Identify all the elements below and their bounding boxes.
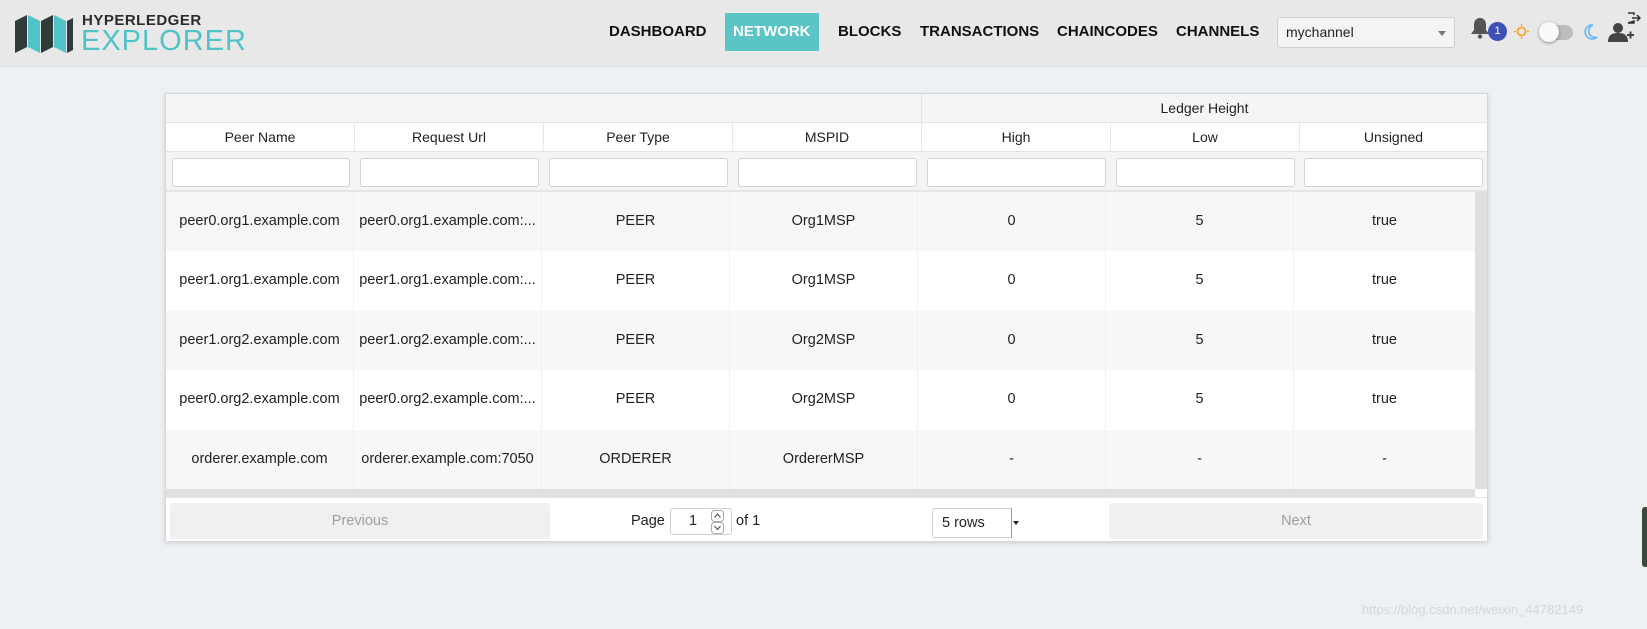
filter-row (166, 152, 1487, 192)
next-button[interactable]: Next (1109, 503, 1483, 539)
cell-peer-name: peer1.org2.example.com (166, 311, 354, 370)
logo-text-bottom: EXPLORER (81, 25, 247, 57)
cell-low: 5 (1106, 192, 1294, 251)
table-row[interactable]: peer0.org2.example.com peer0.org2.exampl… (166, 370, 1475, 429)
nav-transactions[interactable]: TRANSACTIONS (912, 13, 1047, 51)
cell-peer-name: peer0.org1.example.com (166, 192, 354, 251)
column-header-high[interactable]: High (922, 123, 1111, 151)
nav-network[interactable]: NETWORK (725, 13, 819, 51)
cell-peer-type: PEER (542, 311, 730, 370)
group-header-blank (166, 94, 922, 122)
column-header-request-url[interactable]: Request Url (355, 123, 544, 151)
logout-icon[interactable] (1627, 12, 1641, 24)
channel-select-value: mychannel (1286, 24, 1354, 40)
cell-high: - (918, 430, 1106, 489)
cell-low: 5 (1106, 311, 1294, 370)
cell-low: 5 (1106, 251, 1294, 310)
cell-low: 5 (1106, 370, 1294, 429)
cell-mspid: OrdererMSP (730, 430, 918, 489)
horizontal-scrollbar[interactable] (166, 489, 1475, 497)
cell-mspid: Org1MSP (730, 251, 918, 310)
cell-peer-name: orderer.example.com (166, 430, 354, 489)
pagination-bar: Previous Page 1 of 1 5 rows Next (166, 497, 1487, 541)
cell-peer-type: PEER (542, 192, 730, 251)
cell-unsigned: true (1372, 272, 1397, 288)
peers-table: Ledger Height Peer Name Request Url Peer… (165, 93, 1488, 541)
filter-input-peer-type[interactable] (549, 158, 728, 187)
cell-request-url: peer0.org1.example.com:... (354, 192, 542, 251)
channel-select[interactable]: mychannel (1277, 17, 1455, 48)
cell-request-url: peer1.org2.example.com:... (354, 311, 542, 370)
add-user-icon[interactable] (1608, 21, 1634, 43)
cell-peer-name: peer1.org1.example.com (166, 251, 354, 310)
cell-unsigned: true (1372, 332, 1397, 348)
table-row[interactable]: peer1.org1.example.com peer1.org1.exampl… (166, 251, 1475, 310)
page-label: Page (631, 513, 665, 529)
filter-input-unsigned[interactable] (1304, 158, 1483, 187)
sun-icon[interactable] (1514, 24, 1529, 39)
notification-badge: 1 (1488, 22, 1507, 41)
nav-channels[interactable]: CHANNELS (1168, 13, 1267, 51)
page-total-label: of 1 (736, 513, 761, 529)
column-header-row: Peer Name Request Url Peer Type MSPID Hi… (166, 123, 1487, 152)
cell-high: 0 (918, 370, 1106, 429)
table-row[interactable]: peer1.org2.example.com peer1.org2.exampl… (166, 311, 1475, 370)
column-header-low[interactable]: Low (1111, 123, 1300, 151)
page-stepper-icon[interactable] (711, 510, 724, 534)
column-header-peer-type[interactable]: Peer Type (544, 123, 733, 151)
filter-input-high[interactable] (927, 158, 1106, 187)
theme-toggle-knob[interactable] (1539, 22, 1559, 42)
watermark-text: https://blog.csdn.net/weixin_44782149 (1362, 602, 1584, 617)
cell-peer-type: ORDERER (542, 430, 730, 489)
cell-mspid: Org2MSP (730, 370, 918, 429)
filter-input-mspid[interactable] (738, 158, 917, 187)
group-header-row: Ledger Height (166, 94, 1487, 123)
column-header-mspid[interactable]: MSPID (733, 123, 922, 151)
filter-input-request-url[interactable] (360, 158, 539, 187)
table-row[interactable]: peer0.org1.example.com peer0.org1.exampl… (166, 192, 1475, 251)
cell-mspid: Org1MSP (730, 192, 918, 251)
nav-dashboard[interactable]: DASHBOARD (601, 13, 715, 51)
table-body: peer0.org1.example.com peer0.org1.exampl… (166, 192, 1475, 489)
cell-peer-type: PEER (542, 370, 730, 429)
cell-unsigned: true (1372, 391, 1397, 407)
chevron-down-icon (1438, 31, 1446, 36)
cell-high: 0 (918, 311, 1106, 370)
filter-input-low[interactable] (1116, 158, 1295, 187)
moon-icon[interactable] (1584, 24, 1598, 40)
hyperledger-explorer-logo[interactable]: HYPERLEDGER EXPLORER (15, 13, 250, 57)
group-header-ledger-height: Ledger Height (1160, 100, 1249, 116)
cell-request-url: orderer.example.com:7050 (354, 430, 542, 489)
chevron-down-icon (1013, 521, 1019, 525)
cell-unsigned: - (1382, 451, 1387, 467)
previous-button[interactable]: Previous (170, 503, 550, 539)
cell-low: - (1106, 430, 1294, 489)
cell-peer-type: PEER (542, 251, 730, 310)
cell-unsigned: true (1372, 213, 1397, 229)
side-edge-tab (1642, 507, 1647, 567)
logo-mark-icon (15, 15, 73, 53)
column-header-peer-name[interactable]: Peer Name (166, 123, 355, 151)
nav-chaincodes[interactable]: CHAINCODES (1049, 13, 1166, 51)
cell-request-url: peer1.org1.example.com:... (354, 251, 542, 310)
nav-blocks[interactable]: BLOCKS (830, 13, 909, 51)
column-header-unsigned[interactable]: Unsigned (1300, 123, 1487, 151)
cell-high: 0 (918, 192, 1106, 251)
filter-input-peer-name[interactable] (172, 158, 350, 187)
vertical-scrollbar[interactable] (1475, 192, 1487, 489)
table-row[interactable]: orderer.example.com orderer.example.com:… (166, 430, 1475, 489)
bell-icon[interactable] (1470, 17, 1490, 39)
rows-per-page-select[interactable]: 5 rows (932, 508, 1021, 538)
top-nav-bar: HYPERLEDGER EXPLORER DASHBOARD NETWORK B… (0, 0, 1647, 67)
cell-request-url: peer0.org2.example.com:... (354, 370, 542, 429)
cell-high: 0 (918, 251, 1106, 310)
cell-peer-name: peer0.org2.example.com (166, 370, 354, 429)
cell-mspid: Org2MSP (730, 311, 918, 370)
